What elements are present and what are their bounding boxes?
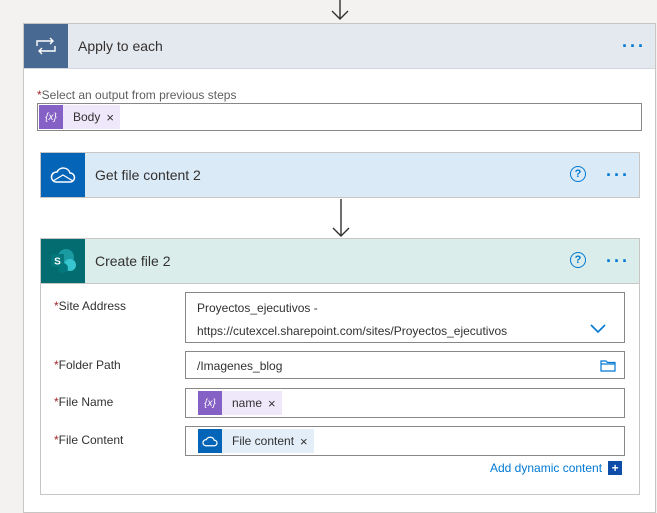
loop-icon	[24, 24, 68, 68]
expression-icon: {x}	[198, 391, 222, 415]
expression-icon: {x}	[39, 105, 63, 129]
apply-to-each-card: Apply to each ··· *Select an output from…	[23, 23, 656, 513]
create-file-title: Create file 2	[95, 253, 171, 269]
remove-token-icon[interactable]: ×	[106, 110, 120, 125]
help-icon[interactable]: ?	[570, 252, 586, 268]
folder-path-label-text: Folder Path	[58, 358, 121, 372]
get-file-content-header[interactable]: Get file content 2 ? ···	[41, 153, 639, 197]
get-file-content-card[interactable]: Get file content 2 ? ···	[40, 152, 640, 198]
file-name-input[interactable]: {x} name ×	[185, 388, 625, 418]
onedrive-cloud-icon	[41, 153, 85, 197]
add-dynamic-content-label: Add dynamic content	[490, 461, 603, 475]
help-icon[interactable]: ?	[570, 166, 586, 182]
select-output-label: *Select an output from previous steps	[37, 88, 236, 102]
remove-token-icon[interactable]: ×	[268, 396, 282, 411]
get-file-content-title: Get file content 2	[95, 167, 201, 183]
chevron-down-icon[interactable]	[590, 324, 606, 334]
get-file-content-menu-icon[interactable]: ···	[606, 166, 630, 184]
site-address-dropdown[interactable]: Proyectos_ejecutivos - https://cutexcel.…	[185, 292, 625, 343]
folder-icon[interactable]	[600, 359, 616, 372]
apply-to-each-title: Apply to each	[78, 38, 163, 54]
create-file-card: S Create file 2 ? ··· *Site Address Proy…	[40, 238, 640, 495]
file-content-token[interactable]: File content ×	[198, 429, 314, 453]
file-name-label-text: File Name	[58, 395, 114, 409]
folder-path-input[interactable]: /Imagenes_blog	[185, 351, 625, 379]
name-token[interactable]: {x} name ×	[198, 391, 282, 415]
folder-path-value: /Imagenes_blog	[197, 359, 283, 373]
select-output-input[interactable]: {x} Body ×	[37, 103, 642, 131]
sharepoint-icon: S	[41, 239, 85, 283]
select-output-label-text: Select an output from previous steps	[41, 88, 237, 102]
body-token[interactable]: {x} Body ×	[39, 105, 120, 129]
site-address-label: *Site Address	[54, 299, 126, 313]
svg-text:S: S	[54, 257, 61, 268]
add-dynamic-content-link[interactable]: Add dynamic content +	[490, 461, 623, 475]
file-content-input[interactable]: File content ×	[185, 426, 625, 456]
file-content-token-label: File content	[232, 434, 295, 448]
site-address-value-url: https://cutexcel.sharepoint.com/sites/Pr…	[197, 324, 508, 338]
body-token-label: Body	[73, 110, 101, 124]
site-address-value-name: Proyectos_ejecutivos -	[197, 301, 318, 315]
remove-token-icon[interactable]: ×	[300, 434, 314, 449]
apply-to-each-menu-icon[interactable]: ···	[622, 37, 646, 55]
name-token-label: name	[232, 396, 263, 410]
connector-arrow-middle	[332, 199, 350, 237]
apply-to-each-header[interactable]: Apply to each ···	[24, 24, 655, 69]
create-file-header[interactable]: S Create file 2 ? ···	[41, 239, 639, 284]
connector-arrow-top	[331, 0, 349, 20]
onedrive-cloud-icon	[198, 429, 222, 453]
file-content-label: *File Content	[54, 433, 123, 447]
file-name-label: *File Name	[54, 395, 113, 409]
folder-path-label: *Folder Path	[54, 358, 121, 372]
create-file-menu-icon[interactable]: ···	[606, 252, 630, 270]
site-address-label-text: Site Address	[58, 299, 127, 313]
plus-icon: +	[608, 461, 623, 475]
file-content-label-text: File Content	[58, 433, 124, 447]
